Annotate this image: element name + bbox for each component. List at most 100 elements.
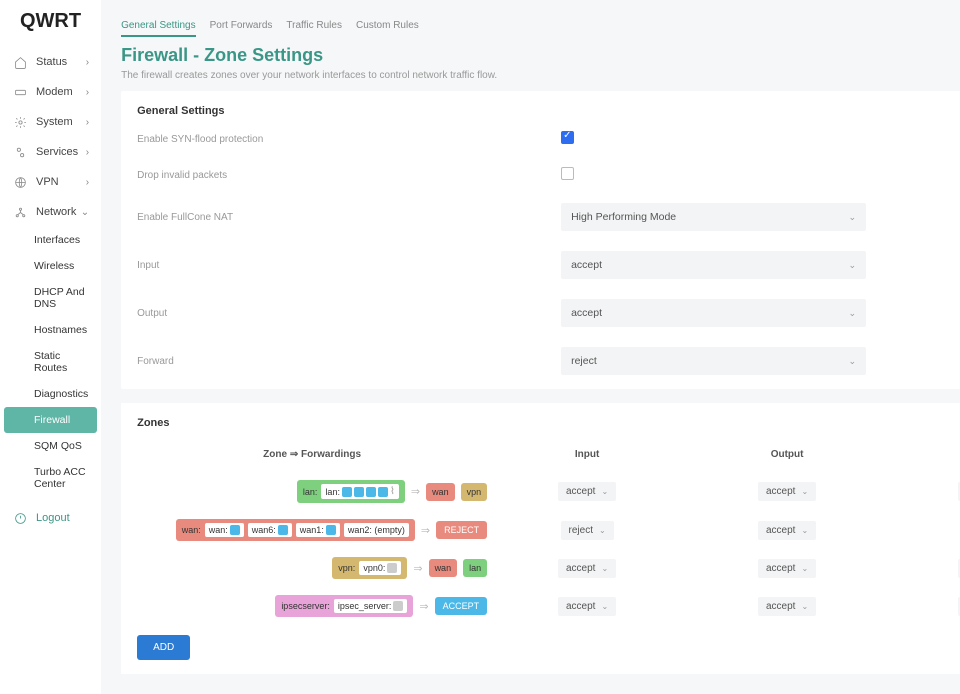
chevron-down-icon: ⌄ [849, 308, 857, 319]
zone-dst-lan[interactable]: lan [463, 559, 487, 577]
zone-name: ipsecserver: [281, 601, 330, 611]
zones-header: Zone ⇒ Forwardings Input Output Forward [137, 443, 960, 472]
drop-invalid-checkbox[interactable] [561, 167, 574, 180]
net-icon [366, 487, 376, 497]
zone-dst-reject[interactable]: REJECT [436, 521, 487, 539]
zone-output-select[interactable]: accept⌄ [758, 521, 816, 540]
chevron-down-icon: ⌄ [801, 487, 808, 496]
chevron-down-icon: ⌄ [801, 564, 808, 573]
iface-tag: lan: ⌇ [321, 484, 398, 499]
net-icon [342, 487, 352, 497]
zone-row-lan: lan: lan: ⌇ ⇒ wan vpn accept⌄ accept⌄ ac… [137, 472, 960, 511]
zone-name: vpn: [338, 563, 355, 573]
net-icon [326, 525, 336, 535]
zone-dst-wan[interactable]: wan [426, 483, 455, 501]
chevron-down-icon: ⌄ [601, 602, 608, 611]
sidebar-item-logout[interactable]: Logout [0, 503, 101, 533]
zone-dst-accept[interactable]: ACCEPT [435, 597, 488, 615]
sidebar-item-label: VPN [36, 176, 59, 188]
tabs: General Settings Port Forwards Traffic R… [121, 20, 960, 37]
output-label: Output [137, 308, 561, 319]
zone-output-select[interactable]: accept⌄ [758, 559, 816, 578]
sidebar-sub-sqm[interactable]: SQM QoS [0, 433, 101, 459]
zone-src-vpn[interactable]: vpn: vpn0: [332, 557, 407, 579]
zone-dst-wan[interactable]: wan [429, 559, 458, 577]
sidebar-item-system[interactable]: System › [0, 107, 101, 137]
zone-input-select[interactable]: accept⌄ [558, 597, 616, 616]
sidebar-sub-firewall[interactable]: Firewall [4, 407, 97, 433]
zone-input-select[interactable]: accept⌄ [558, 482, 616, 501]
sidebar-sub-turbo[interactable]: Turbo ACC Center [0, 459, 101, 497]
modem-icon [12, 84, 28, 100]
chevron-down-icon: ⌄ [601, 487, 608, 496]
output-value: accept [571, 307, 602, 319]
zone-src-ipsec[interactable]: ipsecserver: ipsec_server: [275, 595, 413, 617]
sidebar-sub-interfaces[interactable]: Interfaces [0, 227, 101, 253]
net-icon [278, 525, 288, 535]
sidebar-sub-wireless[interactable]: Wireless [0, 253, 101, 279]
page-desc: The firewall creates zones over your net… [121, 70, 960, 81]
sidebar-item-label: Services [36, 146, 78, 158]
col-forward: Forward [887, 449, 960, 460]
tab-custom-rules[interactable]: Custom Rules [356, 20, 419, 37]
zone-row-vpn: vpn: vpn0: ⇒ wan lan accept⌄ accept⌄ acc… [137, 549, 960, 587]
output-select[interactable]: accept ⌄ [561, 299, 866, 327]
sidebar-sub-static-routes[interactable]: Static Routes [0, 343, 101, 381]
iface-tag: wan2: (empty) [344, 523, 409, 537]
sidebar-item-services[interactable]: Services › [0, 137, 101, 167]
arrow-icon: ⇒ [411, 485, 420, 498]
gear-icon [12, 114, 28, 130]
zone-output-select[interactable]: accept⌄ [758, 482, 816, 501]
forward-select[interactable]: reject⌄ [561, 347, 866, 375]
sidebar-item-label: Logout [36, 512, 70, 524]
zone-input-select[interactable]: accept⌄ [558, 559, 616, 578]
tab-port-forwards[interactable]: Port Forwards [210, 20, 273, 37]
chevron-down-icon: ⌄ [601, 564, 608, 573]
zone-output-select[interactable]: accept⌄ [758, 597, 816, 616]
iface-tag: ipsec_server: [334, 599, 408, 613]
wifi-icon: ⌇ [390, 486, 395, 497]
zones-panel: Zones Zone ⇒ Forwardings Input Output Fo… [121, 403, 960, 674]
sidebar-item-network[interactable]: Network ⌄ [0, 197, 101, 227]
chevron-right-icon: › [86, 87, 89, 98]
zone-src-lan[interactable]: lan: lan: ⌇ [297, 480, 405, 503]
sidebar-item-status[interactable]: Status › [0, 47, 101, 77]
syn-flood-checkbox[interactable] [561, 131, 574, 144]
general-settings-panel: General Settings Enable SYN-flood protec… [121, 91, 960, 389]
sidebar-item-vpn[interactable]: VPN › [0, 167, 101, 197]
main: General Settings Port Forwards Traffic R… [101, 0, 960, 694]
sidebar-item-label: Modem [36, 86, 73, 98]
zone-dst-vpn[interactable]: vpn [461, 483, 488, 501]
sidebar-item-label: System [36, 116, 73, 128]
col-zone: Zone ⇒ Forwardings [137, 449, 487, 460]
chevron-down-icon: ⌄ [849, 356, 857, 367]
syn-flood-label: Enable SYN-flood protection [137, 134, 561, 145]
net-icon [393, 601, 403, 611]
fullcone-select[interactable]: High Performing Mode⌄ [561, 203, 866, 231]
zone-src-wan[interactable]: wan: wan: wan6: wan1: wan2: (empty) [176, 519, 415, 541]
sidebar-sub-hostnames[interactable]: Hostnames [0, 317, 101, 343]
chevron-down-icon: ⌄ [81, 207, 89, 218]
tab-traffic-rules[interactable]: Traffic Rules [286, 20, 342, 37]
fullcone-value: High Performing Mode [571, 211, 676, 223]
input-value: accept [571, 259, 602, 271]
sidebar: QWRT Status › Modem › System › Services … [0, 0, 101, 694]
zone-input-select[interactable]: reject⌄ [561, 521, 614, 540]
net-icon [378, 487, 388, 497]
tab-general[interactable]: General Settings [121, 20, 196, 37]
iface-tag: vpn0: [359, 561, 401, 575]
net-icon [230, 525, 240, 535]
zone-row-ipsec: ipsecserver: ipsec_server: ⇒ ACCEPT acce… [137, 587, 960, 625]
sidebar-sub-diagnostics[interactable]: Diagnostics [0, 381, 101, 407]
col-input: Input [487, 449, 687, 460]
input-select[interactable]: accept⌄ [561, 251, 866, 279]
sidebar-sub-dhcp[interactable]: DHCP And DNS [0, 279, 101, 317]
forward-label: Forward [137, 356, 561, 367]
chevron-down-icon: ⌄ [801, 526, 808, 535]
chevron-right-icon: › [86, 57, 89, 68]
sidebar-item-modem[interactable]: Modem › [0, 77, 101, 107]
add-button[interactable]: ADD [137, 635, 190, 660]
zone-name: wan: [182, 525, 201, 535]
services-icon [12, 144, 28, 160]
arrow-icon: ⇒ [421, 524, 430, 537]
